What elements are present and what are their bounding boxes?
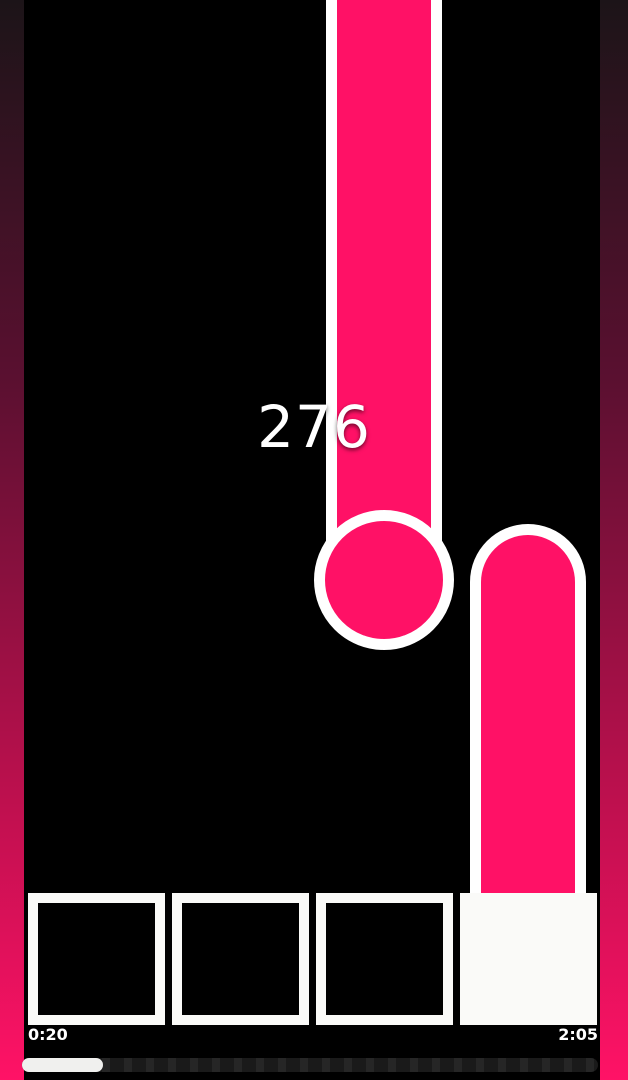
elapsed-time: 0:20 [28, 1025, 68, 1044]
lane-key-3[interactable] [316, 893, 453, 1025]
song-progress-bar [22, 1058, 598, 1072]
lane-key-4-pressed[interactable] [460, 893, 597, 1025]
lane-key-1[interactable] [28, 893, 165, 1025]
hold-tile-lane-3[interactable] [326, 0, 442, 580]
hold-tile-lane-4[interactable] [470, 524, 586, 904]
total-time: 2:05 [558, 1025, 598, 1044]
song-progress-fill [22, 1058, 103, 1072]
hold-tile-head-circle[interactable] [314, 510, 454, 650]
score-counter: 276 [257, 393, 371, 461]
lane-key-2[interactable] [172, 893, 309, 1025]
right-gradient-border [600, 0, 628, 1080]
left-gradient-border [0, 0, 24, 1080]
